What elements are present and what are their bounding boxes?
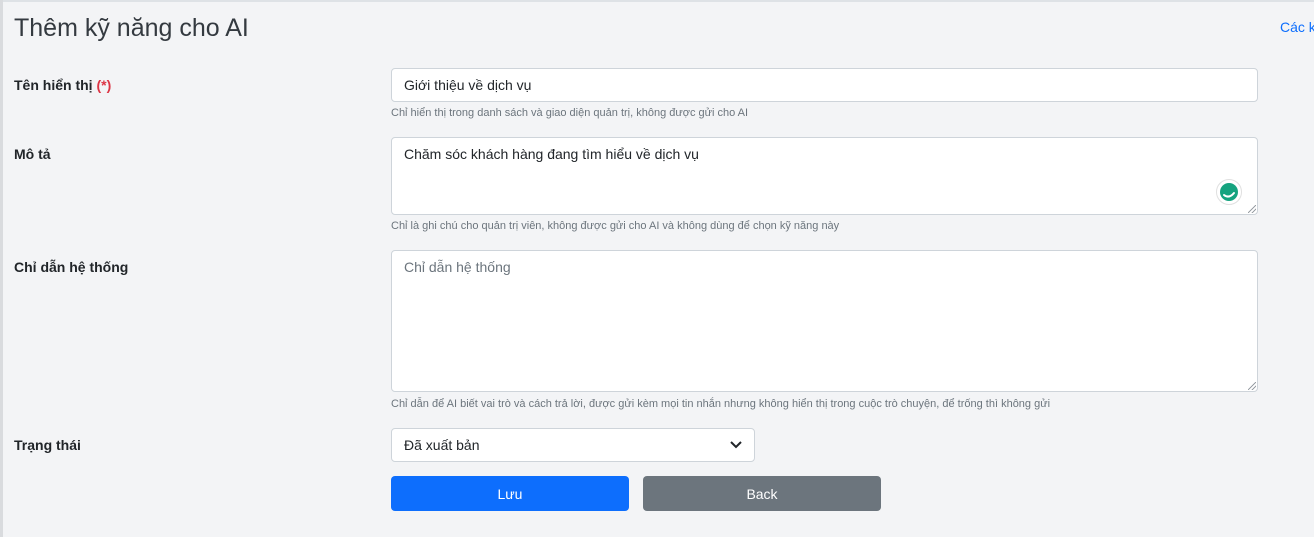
skills-list-link[interactable]: Các kỹ xyxy=(1280,19,1314,35)
back-button[interactable]: Back xyxy=(643,476,881,511)
system-instruction-resize-handle[interactable] xyxy=(1248,382,1256,390)
page-title: Thêm kỹ năng cho AI xyxy=(14,14,249,42)
required-mark: (*) xyxy=(96,77,112,93)
display-name-input[interactable] xyxy=(391,68,1258,102)
display-name-label-text: Tên hiển thị xyxy=(14,77,93,93)
grammar-assistant-icon[interactable] xyxy=(1216,179,1242,205)
page: Thêm kỹ năng cho AI Các kỹ Tên hiển thị … xyxy=(0,0,1314,537)
description-help: Chỉ là ghi chú cho quản trị viên, không … xyxy=(391,220,840,232)
top-border xyxy=(0,0,1314,2)
system-instruction-help: Chỉ dẫn để AI biết vai trò và cách trả l… xyxy=(391,398,1051,410)
save-button[interactable]: Lưu xyxy=(391,476,629,511)
status-select[interactable]: Đã xuất bản xyxy=(391,428,755,462)
description-resize-handle[interactable] xyxy=(1248,205,1256,213)
status-selected-value: Đã xuất bản xyxy=(404,437,480,453)
display-name-label: Tên hiển thị (*) xyxy=(14,77,111,93)
system-instruction-label: Chỉ dẫn hệ thống xyxy=(14,259,129,275)
description-label: Mô tả xyxy=(14,146,51,162)
left-shade xyxy=(0,0,3,537)
chevron-down-icon xyxy=(730,438,742,452)
display-name-help: Chỉ hiển thị trong danh sách và giao diệ… xyxy=(391,107,749,119)
description-textarea[interactable]: Chăm sóc khách hàng đang tìm hiểu về dịc… xyxy=(391,137,1258,215)
system-instruction-textarea[interactable] xyxy=(391,250,1258,392)
status-label: Trạng thái xyxy=(14,437,81,453)
